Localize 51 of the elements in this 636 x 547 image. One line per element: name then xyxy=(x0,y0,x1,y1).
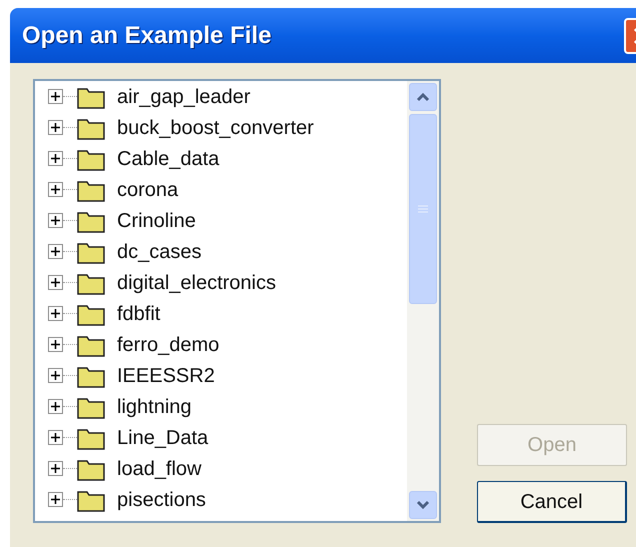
tree-item[interactable]: digital_electronics xyxy=(117,272,276,292)
expander[interactable] xyxy=(48,461,63,476)
expander[interactable] xyxy=(48,151,63,166)
expander[interactable] xyxy=(48,368,63,383)
plus-icon xyxy=(51,278,60,287)
plus-icon xyxy=(51,464,60,473)
plus-icon xyxy=(51,340,60,349)
expander[interactable] xyxy=(48,182,63,197)
tree-item[interactable]: air_gap_leader xyxy=(117,86,250,106)
tree-item[interactable]: dc_cases xyxy=(117,242,202,262)
tree-item[interactable]: Crinoline xyxy=(117,210,196,230)
expander[interactable] xyxy=(48,399,63,414)
plus-icon xyxy=(51,154,60,163)
expander[interactable] xyxy=(48,89,63,104)
tree-item[interactable]: fdbfit xyxy=(117,304,160,324)
tree-item[interactable]: buck_boost_converter xyxy=(117,118,314,138)
expander[interactable] xyxy=(48,492,63,507)
tree-item[interactable]: pisections xyxy=(117,490,206,510)
expander[interactable] xyxy=(48,306,63,321)
scroll-thumb[interactable] xyxy=(409,114,437,304)
plus-icon xyxy=(51,371,60,380)
plus-icon xyxy=(51,495,60,504)
scroll-down-button[interactable] xyxy=(409,491,437,519)
caret-up-icon xyxy=(416,92,430,102)
plus-icon xyxy=(51,185,60,194)
plus-icon xyxy=(51,92,60,101)
scrollbar[interactable] xyxy=(407,81,439,521)
plus-icon xyxy=(51,402,60,411)
expander[interactable] xyxy=(48,244,63,259)
tree-item[interactable]: load_flow xyxy=(117,458,202,478)
tree-item[interactable]: ferro_demo xyxy=(117,334,220,354)
expander[interactable] xyxy=(48,430,63,445)
expander[interactable] xyxy=(48,337,63,352)
dialog-button[interactable]: Cancel xyxy=(477,481,627,523)
tree-item[interactable]: IEEESSR2 xyxy=(117,366,215,386)
tree-item[interactable]: Line_Data xyxy=(117,428,208,448)
expander[interactable] xyxy=(48,120,63,135)
tree-item[interactable]: lightning xyxy=(117,396,192,416)
grip-icon xyxy=(418,204,428,214)
tree-item[interactable]: corona xyxy=(117,180,178,200)
plus-icon xyxy=(51,123,60,132)
expander[interactable] xyxy=(48,213,63,228)
window-title: Open an Example File xyxy=(22,20,272,50)
plus-icon xyxy=(51,433,60,442)
plus-icon xyxy=(51,247,60,256)
expander[interactable] xyxy=(48,275,63,290)
plus-icon xyxy=(51,216,60,225)
tree-item[interactable]: Cable_data xyxy=(117,148,220,168)
scroll-up-button[interactable] xyxy=(409,83,437,111)
caret-down-icon xyxy=(416,500,430,510)
plus-icon xyxy=(51,309,60,318)
